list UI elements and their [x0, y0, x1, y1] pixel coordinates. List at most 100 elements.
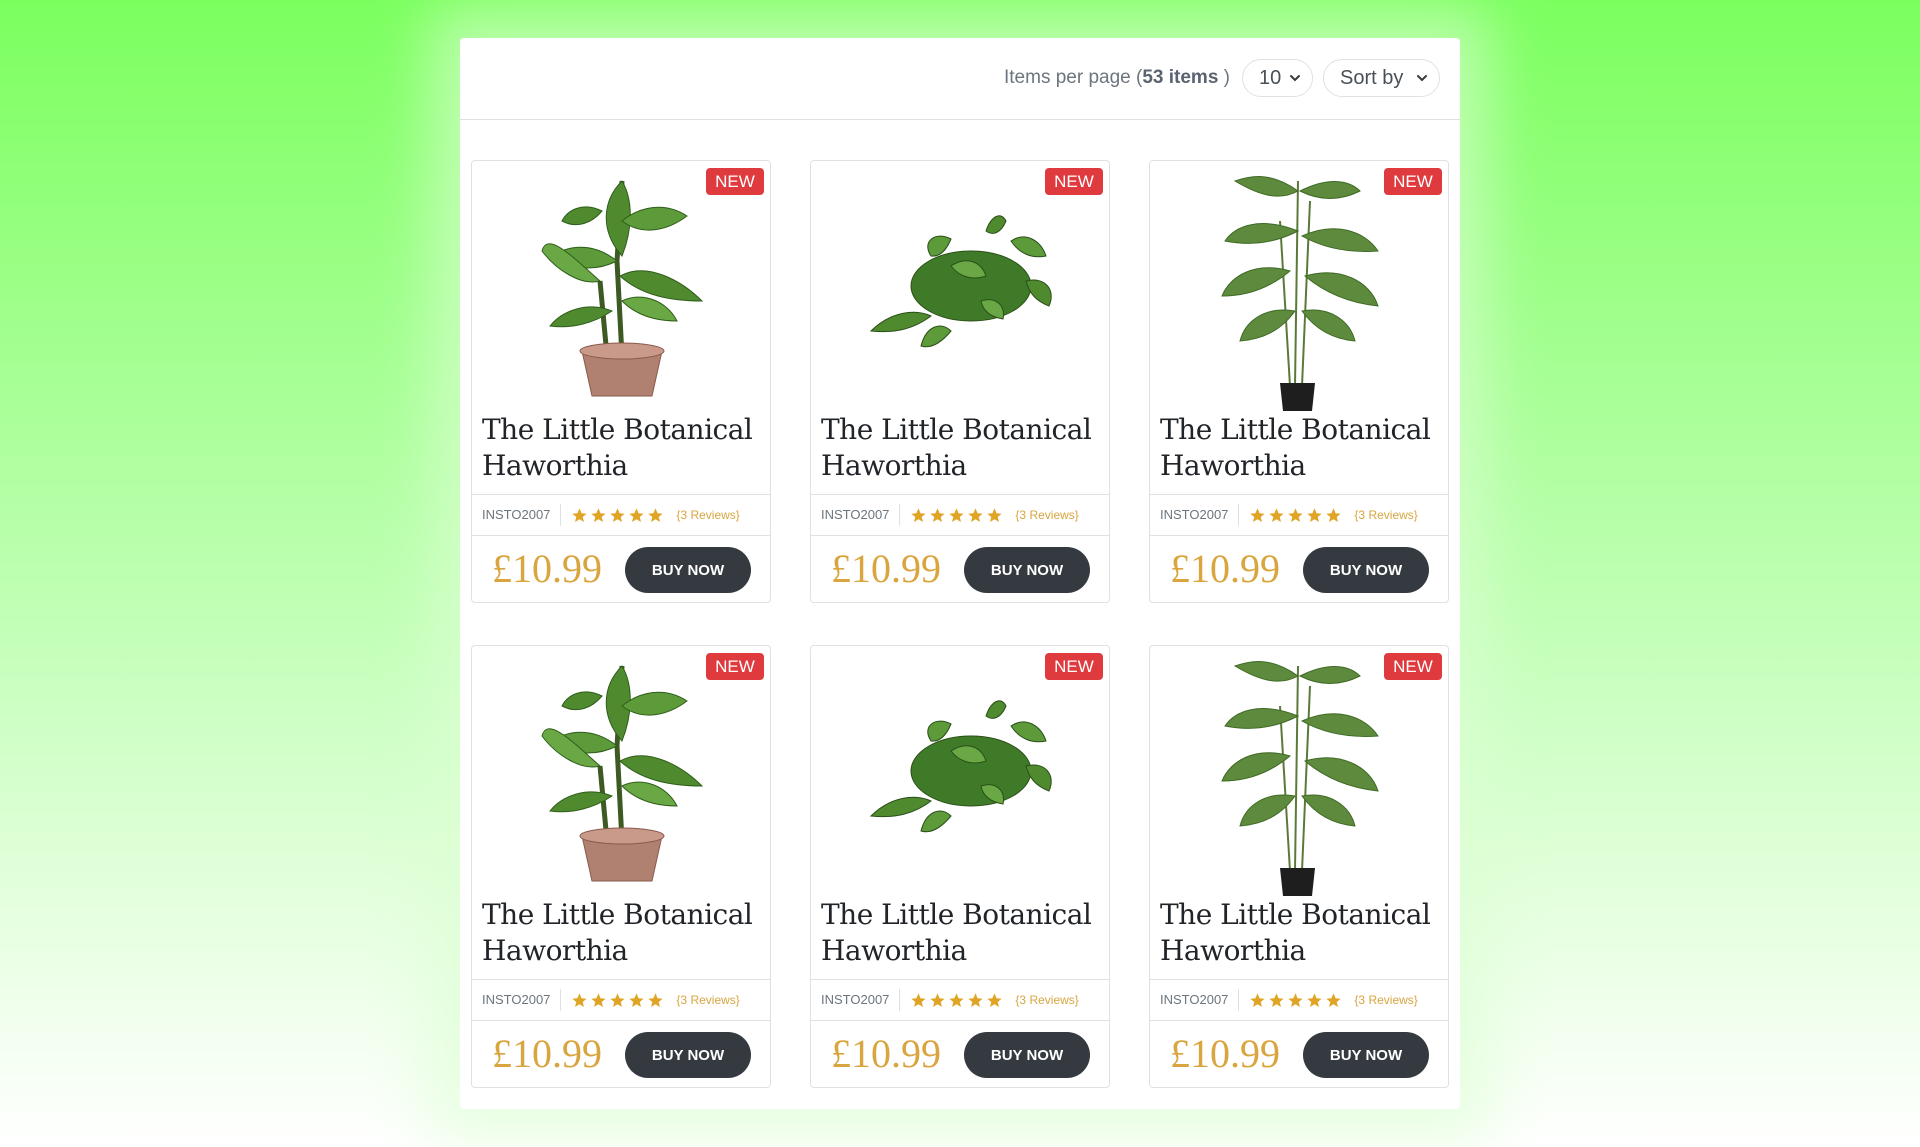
star-icon: [930, 992, 946, 1007]
reviews-link[interactable]: {3 Reviews}: [1015, 508, 1078, 522]
product-sku: INSTO2007: [482, 989, 562, 1011]
product-price: £10.99: [492, 546, 602, 591]
items-count: 53 items: [1142, 67, 1219, 88]
plant-image-icon: [869, 700, 1052, 833]
product-card[interactable]: NEW The Little Botanical Haworthia INSTO…: [810, 645, 1110, 1088]
product-price: £10.99: [1170, 546, 1280, 591]
buy-now-button[interactable]: BUY NOW: [625, 1032, 751, 1078]
product-title[interactable]: The Little Botanical Haworthia: [1160, 897, 1442, 969]
plant-image-icon: [541, 180, 704, 397]
star-icon: [987, 992, 1003, 1007]
star-icon: [949, 507, 965, 522]
product-card[interactable]: NEW The Little Botanical Haworthia INSTO…: [471, 160, 771, 603]
plant-image-icon: [1221, 661, 1379, 896]
product-title[interactable]: The Little Botanical Haworthia: [1160, 412, 1442, 484]
new-badge: NEW: [1384, 653, 1442, 680]
chevron-down-icon: [1290, 75, 1300, 82]
product-price: £10.99: [492, 1031, 602, 1076]
product-image[interactable]: [811, 161, 1109, 411]
product-title[interactable]: The Little Botanical Haworthia: [482, 897, 764, 969]
reviews-link[interactable]: {3 Reviews}: [676, 993, 739, 1007]
star-rating: [571, 992, 664, 1009]
star-icon: [1250, 507, 1266, 522]
product-image[interactable]: [472, 646, 770, 896]
product-card[interactable]: NEW The Little Botanical Haworthia INSTO…: [471, 645, 771, 1088]
star-rating: [1249, 992, 1342, 1009]
star-icon: [648, 992, 664, 1007]
product-card[interactable]: NEW The Little Botanical Haworthia INSTO…: [1149, 645, 1449, 1088]
reviews-link[interactable]: {3 Reviews}: [1354, 993, 1417, 1007]
new-badge: NEW: [706, 168, 764, 195]
star-icon: [911, 992, 927, 1007]
product-title[interactable]: The Little Botanical Haworthia: [821, 897, 1103, 969]
star-icon: [629, 507, 645, 522]
product-title[interactable]: The Little Botanical Haworthia: [482, 412, 764, 484]
buy-now-button[interactable]: BUY NOW: [964, 547, 1090, 593]
product-meta: INSTO2007 {3 Reviews}: [472, 979, 770, 1021]
product-sku: INSTO2007: [821, 504, 901, 526]
star-icon: [1250, 992, 1266, 1007]
new-badge: NEW: [706, 653, 764, 680]
buy-now-button[interactable]: BUY NOW: [964, 1032, 1090, 1078]
product-title[interactable]: The Little Botanical Haworthia: [821, 412, 1103, 484]
product-meta: INSTO2007 {3 Reviews}: [811, 979, 1109, 1021]
per-page-value: 10: [1259, 66, 1282, 89]
product-image[interactable]: [1150, 161, 1448, 411]
new-badge: NEW: [1045, 168, 1103, 195]
new-badge: NEW: [1384, 168, 1442, 195]
star-icon: [648, 507, 664, 522]
product-meta: INSTO2007 {3 Reviews}: [811, 494, 1109, 536]
reviews-link[interactable]: {3 Reviews}: [1015, 993, 1078, 1007]
product-image[interactable]: [472, 161, 770, 411]
star-icon: [591, 992, 607, 1007]
product-price: £10.99: [831, 1031, 941, 1076]
star-icon: [591, 507, 607, 522]
star-icon: [1269, 507, 1285, 522]
star-icon: [1288, 507, 1304, 522]
product-sku: INSTO2007: [1160, 504, 1240, 526]
new-badge: NEW: [1045, 653, 1103, 680]
items-per-page-select[interactable]: 10: [1242, 59, 1313, 97]
items-suffix: ): [1218, 67, 1230, 88]
items-per-page-label: Items per page (53 items ): [1004, 67, 1230, 89]
star-icon: [572, 992, 588, 1007]
sort-by-select[interactable]: Sort by: [1323, 59, 1440, 97]
star-icon: [968, 992, 984, 1007]
product-image[interactable]: [811, 646, 1109, 896]
items-prefix: Items per page (: [1004, 67, 1143, 88]
sort-value: Sort by: [1340, 66, 1404, 89]
star-rating: [571, 507, 664, 524]
plant-image-icon: [541, 665, 704, 882]
product-price: £10.99: [831, 546, 941, 591]
product-price: £10.99: [1170, 1031, 1280, 1076]
star-rating: [910, 992, 1003, 1009]
star-icon: [610, 992, 626, 1007]
reviews-link[interactable]: {3 Reviews}: [1354, 508, 1417, 522]
buy-now-button[interactable]: BUY NOW: [1303, 547, 1429, 593]
product-meta: INSTO2007 {3 Reviews}: [1150, 494, 1448, 536]
buy-now-button[interactable]: BUY NOW: [625, 547, 751, 593]
star-icon: [911, 507, 927, 522]
reviews-link[interactable]: {3 Reviews}: [676, 508, 739, 522]
star-rating: [1249, 507, 1342, 524]
star-icon: [1326, 507, 1342, 522]
product-meta: INSTO2007 {3 Reviews}: [472, 494, 770, 536]
star-icon: [1269, 992, 1285, 1007]
star-icon: [949, 992, 965, 1007]
product-card[interactable]: NEW The Little Botanical Haworthia INSTO…: [1149, 160, 1449, 603]
star-icon: [968, 507, 984, 522]
star-icon: [987, 507, 1003, 522]
star-icon: [572, 507, 588, 522]
plant-image-icon: [869, 215, 1052, 348]
star-icon: [629, 992, 645, 1007]
product-sku: INSTO2007: [482, 504, 562, 526]
star-icon: [1307, 507, 1323, 522]
buy-now-button[interactable]: BUY NOW: [1303, 1032, 1429, 1078]
chevron-down-icon: [1417, 75, 1427, 82]
star-icon: [1326, 992, 1342, 1007]
product-card[interactable]: NEW The Little Botanical Haworthia INSTO…: [810, 160, 1110, 603]
product-image[interactable]: [1150, 646, 1448, 896]
plant-image-icon: [1221, 176, 1379, 411]
product-meta: INSTO2007 {3 Reviews}: [1150, 979, 1448, 1021]
product-sku: INSTO2007: [1160, 989, 1240, 1011]
